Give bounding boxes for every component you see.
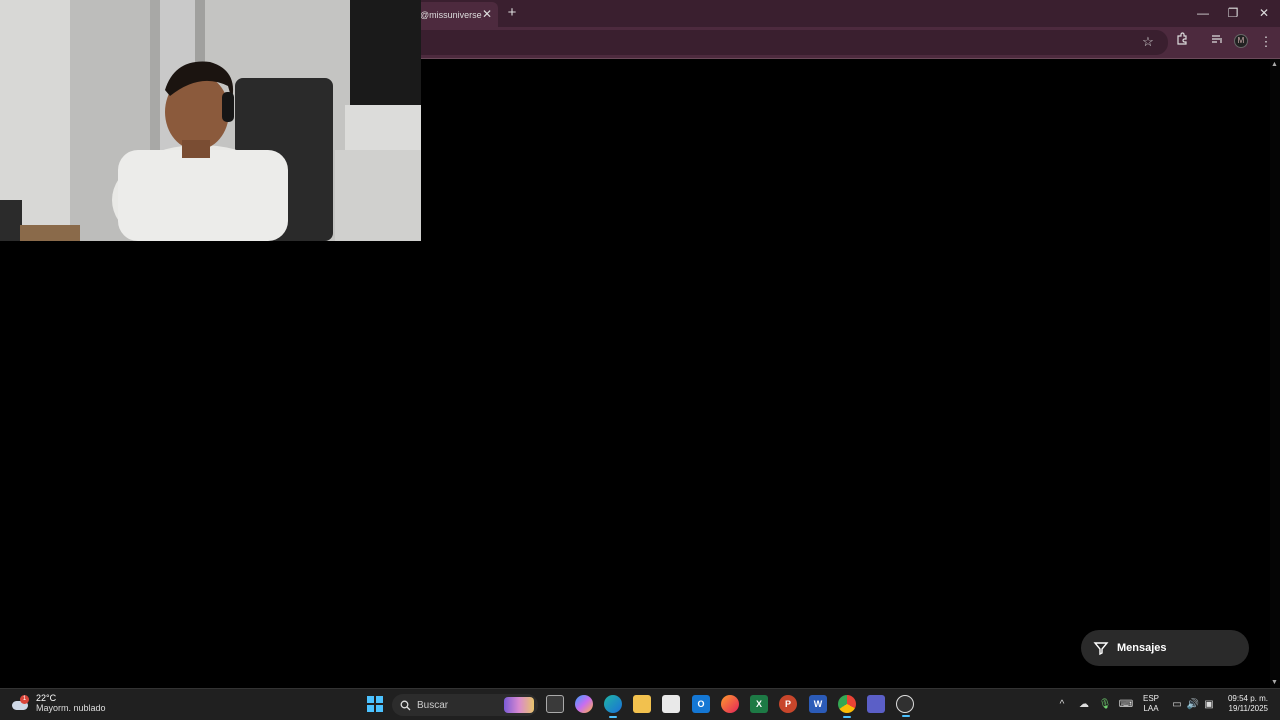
keyboard-layout: LAA <box>1143 704 1159 713</box>
tab-close-icon[interactable]: ✕ <box>482 7 492 21</box>
show-hidden-icons[interactable]: ^ <box>1054 697 1070 713</box>
browser-tab[interactable]: @missuniverse) ✕ <box>412 2 498 27</box>
maximize-button[interactable]: ❐ <box>1222 4 1244 22</box>
close-window-button[interactable]: ✕ <box>1253 4 1275 22</box>
clock[interactable]: 09:54 p. m. 19/11/2025 <box>1222 694 1268 714</box>
webcam-overlay <box>0 0 421 241</box>
taskbar-search[interactable]: Buscar <box>392 694 538 716</box>
start-button[interactable] <box>367 696 383 712</box>
new-tab-button[interactable]: + <box>504 4 520 22</box>
scroll-up-icon[interactable]: ▲ <box>1271 61 1278 68</box>
volume-icon[interactable]: 🔊 <box>1185 697 1201 713</box>
messages-button[interactable]: Mensajes <box>1081 630 1249 666</box>
filter-icon <box>1093 642 1109 656</box>
scrollbar[interactable]: ▲ ▼ <box>1270 59 1280 688</box>
search-placeholder: Buscar <box>417 699 449 711</box>
powerpoint-icon[interactable]: P <box>779 695 797 713</box>
copilot-icon[interactable] <box>575 695 593 713</box>
task-view-icon[interactable] <box>546 695 564 713</box>
outlook-icon[interactable]: O <box>692 695 710 713</box>
media-control-icon[interactable] <box>1207 32 1227 52</box>
minimize-button[interactable]: — <box>1192 4 1214 22</box>
profile-icon[interactable]: M <box>1234 34 1248 48</box>
weather-desc: Mayorm. nublado <box>36 703 106 713</box>
weather-temp: 22°C <box>36 693 57 703</box>
search-highlight-icon <box>504 697 534 713</box>
address-bar[interactable] <box>300 30 1168 55</box>
clock-time: 09:54 p. m. <box>1227 694 1268 703</box>
edge-icon[interactable] <box>604 695 622 718</box>
obs-icon[interactable] <box>896 695 914 717</box>
screen: @missuniverse) ✕ + — ❐ ✕ ☆ M ⋮ ▲ ▼ Mensa… <box>0 0 1280 720</box>
chrome-icon[interactable] <box>838 695 856 718</box>
onedrive-icon[interactable]: ☁ <box>1076 697 1092 713</box>
excel-icon[interactable]: X <box>750 695 768 713</box>
weather-widget[interactable]: 1 22°C Mayorm. nublado <box>10 693 106 714</box>
menu-icon[interactable]: ⋮ <box>1256 32 1276 52</box>
search-icon <box>400 700 411 710</box>
battery-icon[interactable]: ▣ <box>1201 697 1217 713</box>
webcam-image <box>0 0 421 241</box>
keyboard-icon[interactable]: ⌨ <box>1118 697 1134 713</box>
firefox-icon[interactable] <box>721 695 739 713</box>
clock-date: 19/11/2025 <box>1228 704 1268 713</box>
microsoft-store-icon[interactable] <box>662 695 680 713</box>
word-icon[interactable]: W <box>809 695 827 713</box>
weather-icon: 1 <box>10 694 30 713</box>
star-icon[interactable]: ☆ <box>1138 32 1158 52</box>
language-code: ESP <box>1143 694 1160 703</box>
teams-icon[interactable] <box>867 695 885 713</box>
messages-label: Mensajes <box>1117 642 1167 654</box>
scroll-down-icon[interactable]: ▼ <box>1271 679 1278 686</box>
microphone-icon[interactable]: 🎙 <box>1097 697 1113 713</box>
tab-title: @missuniverse) <box>420 9 482 20</box>
taskbar: 1 22°C Mayorm. nublado Buscar O X P W ^ <box>0 688 1280 720</box>
language-indicator[interactable]: ESP LAA <box>1143 694 1159 714</box>
network-icon[interactable]: ▭ <box>1169 697 1185 713</box>
extensions-icon[interactable] <box>1172 32 1192 52</box>
weather-badge: 1 <box>20 694 29 704</box>
file-explorer-icon[interactable] <box>633 695 651 713</box>
